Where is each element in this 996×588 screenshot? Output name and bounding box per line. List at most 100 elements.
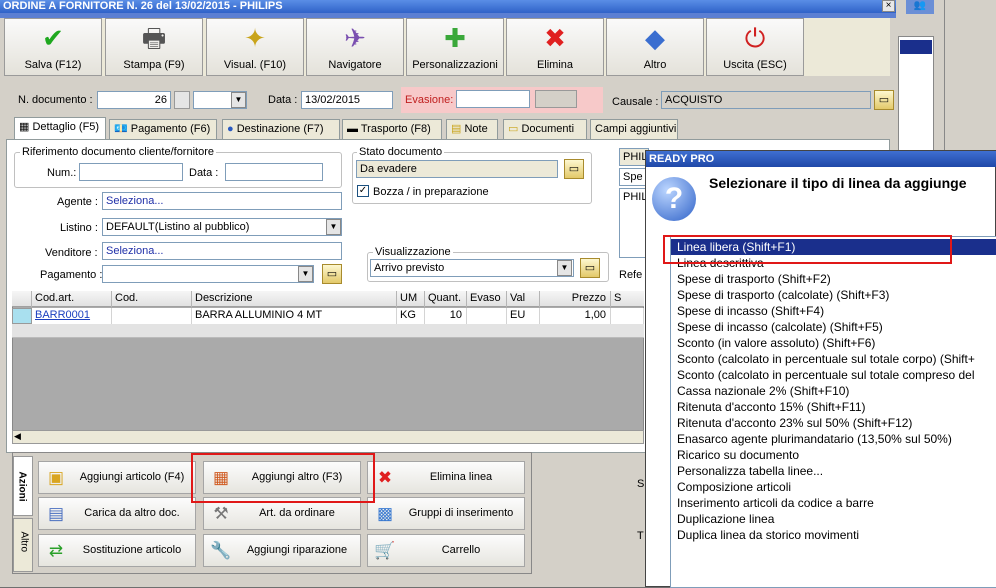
col-val[interactable]: Val [507, 291, 540, 307]
delete-line-button[interactable]: ✖ Elimina linea [367, 461, 525, 494]
bozza-checkbox[interactable]: ✓ [357, 185, 369, 197]
line-type-item[interactable]: Spese di trasporto (Shift+F2) [677, 271, 831, 287]
line-type-item[interactable]: Spese di incasso (Shift+F4) [677, 303, 824, 319]
cell-um[interactable]: KG [397, 308, 425, 324]
side-t: T [637, 530, 644, 542]
line-type-item[interactable]: Cassa nazionale 2% (Shift+F10) [677, 383, 849, 399]
pagamento-select[interactable] [102, 265, 314, 283]
cell-descrizione[interactable]: BARRA ALLUMINIO 4 MT [192, 308, 397, 324]
horizontal-scrollbar[interactable] [12, 430, 644, 444]
line-type-item[interactable]: Ritenuta d'acconto 23% sul 50% (Shift+F1… [677, 415, 912, 431]
folder-icon[interactable]: ▭ [874, 90, 894, 110]
cell-cod[interactable] [112, 308, 192, 324]
line-type-item[interactable]: Duplica linea da storico movimenti [677, 527, 859, 543]
insert-group-button[interactable]: ▩ Gruppi di inserimento [367, 497, 525, 530]
load-doc-label: Carica da altro doc. [84, 507, 180, 519]
line-type-item[interactable]: Enasarco agente plurimandatario (13,50% … [677, 431, 952, 447]
folder-icon[interactable]: ▭ [580, 258, 600, 278]
replace-article-button[interactable]: ⇄ Sostituzione articolo [38, 534, 196, 567]
line-type-item[interactable]: Sconto (calcolato in percentuale sul tot… [677, 367, 975, 383]
window-title: ORDINE A FORNITORE N. 26 del 13/02/2015 … [0, 0, 896, 13]
tab-note[interactable]: ▤ Note [446, 119, 498, 139]
users-icon[interactable]: 👥 [906, 0, 934, 14]
line-type-item[interactable]: Composizione articoli [677, 479, 791, 495]
chevron-down-icon[interactable]: ▼ [231, 92, 246, 108]
line-type-item[interactable]: Personalizza tabella linee... [677, 463, 823, 479]
causale-input[interactable]: ACQUISTO [661, 91, 871, 109]
chevron-down-icon[interactable]: ▼ [557, 260, 572, 276]
chevron-down-icon[interactable]: ▼ [298, 266, 313, 282]
rif-date-input[interactable] [225, 163, 323, 181]
visualizzazione-select[interactable]: Arrivo previsto [370, 259, 574, 277]
view-label: Visual. (F10) [223, 59, 287, 71]
cell-quant[interactable]: 10 [425, 308, 467, 324]
other-button[interactable]: ◆ Altro [606, 18, 704, 76]
line-type-item[interactable]: Spese di trasporto (calcolate) (Shift+F3… [677, 287, 889, 303]
stato-input[interactable]: Da evadere [356, 160, 558, 178]
folder-icon[interactable]: ▭ [564, 159, 584, 179]
folder-icon[interactable]: ▭ [322, 264, 342, 284]
cell-evaso[interactable] [467, 308, 507, 324]
col-cod[interactable]: Cod. [112, 291, 192, 307]
col-codart[interactable]: Cod.art. [32, 291, 112, 307]
evasione-input[interactable] [456, 90, 530, 108]
dialog-prompt: Selezionare il tipo di linea da aggiunge [709, 175, 967, 191]
line-type-item[interactable]: Spese di incasso (calcolate) (Shift+F5) [677, 319, 883, 335]
arrow-left-icon[interactable]: ◀ [14, 431, 21, 442]
view-button[interactable]: ✦ Visual. (F10) [206, 18, 304, 76]
add-repair-button[interactable]: 🔧 Aggiungi riparazione [203, 534, 361, 567]
tab-documenti[interactable]: ▭ Documenti [503, 119, 587, 139]
date-input[interactable]: 13/02/2015 [301, 91, 393, 109]
cell-val[interactable]: EU [507, 308, 540, 324]
listino-select[interactable]: DEFAULT(Listino al pubblico) [102, 218, 342, 236]
cart-button[interactable]: 🛒 Carrello [367, 534, 525, 567]
folder-icon: ▭ [508, 123, 522, 135]
printer-icon: 🖶 [141, 23, 167, 53]
exit-button[interactable]: ⏻ Uscita (ESC) [706, 18, 804, 76]
compass-icon: ✈ [344, 23, 366, 53]
add-article-button[interactable]: ▣ Aggiungi articolo (F4) [38, 461, 196, 494]
print-label: Stampa (F9) [123, 59, 185, 71]
cell-prezzo[interactable]: 1,00 [540, 308, 611, 324]
venditore-input[interactable]: Seleziona... [102, 242, 342, 260]
save-button[interactable]: ✔ Salva (F12) [4, 18, 102, 76]
line-type-item[interactable]: Inserimento articoli da codice a barre [677, 495, 874, 511]
tab-trasporto[interactable]: ▬ Trasporto (F8) [342, 119, 442, 139]
col-prezzo[interactable]: Prezzo [540, 291, 611, 307]
line-type-item[interactable]: Ritenuta d'acconto 15% (Shift+F11) [677, 399, 866, 415]
rif-date-label: Data : [189, 167, 219, 179]
line-type-item[interactable]: Duplicazione linea [677, 511, 774, 527]
line-type-list[interactable]: Linea libera (Shift+F1) Linea descrittiva… [670, 236, 996, 588]
col-um[interactable]: UM [397, 291, 425, 307]
tab-dettaglio[interactable]: ▦ Dettaglio (F5) [14, 117, 106, 140]
tab-pagamento[interactable]: 💶 Pagamento (F6) [109, 119, 217, 139]
puzzle-icon: ✚ [444, 23, 466, 53]
num-label: Num.: [47, 167, 77, 179]
col-s[interactable]: S [611, 291, 644, 307]
col-quant[interactable]: Quant. [425, 291, 467, 307]
customize-button[interactable]: ✚ Personalizzazioni [406, 18, 504, 76]
row-indicator[interactable] [12, 308, 32, 324]
col-descrizione[interactable]: Descrizione [192, 291, 397, 307]
navigator-button[interactable]: ✈ Navigatore [306, 18, 404, 76]
delete-button[interactable]: ✖ Elimina [506, 18, 604, 76]
print-button[interactable]: 🖶 Stampa (F9) [105, 18, 203, 76]
tab-destinazione[interactable]: ● Destinazione (F7) [222, 119, 340, 139]
load-doc-button[interactable]: ▤ Carica da altro doc. [38, 497, 196, 530]
cell-s[interactable] [611, 308, 644, 324]
line-type-item[interactable]: Sconto (calcolato in percentuale sul tot… [677, 351, 975, 367]
close-button[interactable]: × [882, 0, 895, 12]
exit-icon: ⏻ [744, 23, 766, 53]
tab-campi-aggiuntivi[interactable]: Campi aggiuntivi [590, 119, 678, 139]
evasione-label: Evasione: [405, 94, 454, 106]
agente-input[interactable]: Seleziona... [102, 192, 342, 210]
line-type-item[interactable]: Sconto (in valore assoluto) (Shift+F6) [677, 335, 875, 351]
ndoc-suffix[interactable] [174, 91, 190, 109]
col-evaso[interactable]: Evaso [467, 291, 507, 307]
chevron-down-icon[interactable]: ▼ [326, 219, 341, 235]
cell-codart[interactable]: BARR0001 [32, 308, 112, 324]
line-type-item[interactable]: Ricarico su documento [677, 447, 799, 463]
num-input[interactable] [79, 163, 183, 181]
add-article-icon: ▣ [47, 468, 65, 487]
ndoc-input[interactable]: 26 [97, 91, 171, 109]
